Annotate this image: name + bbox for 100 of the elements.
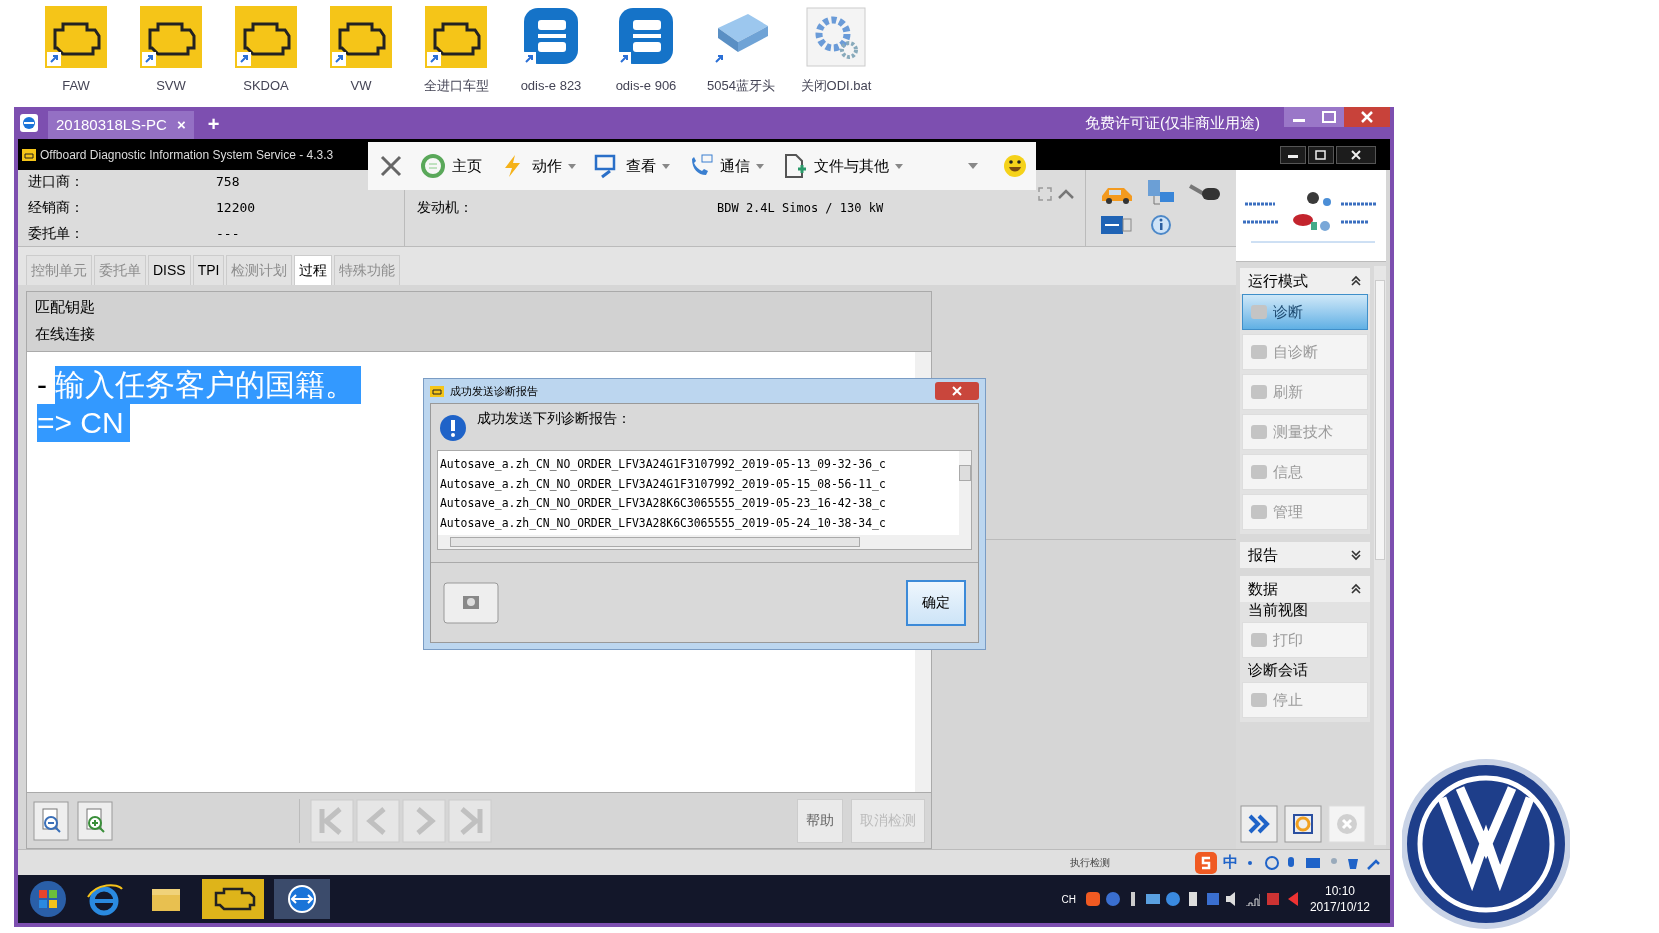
toolbar-button[interactable]: 动作 [496,148,580,184]
process-subtitle: 在线连接 [35,323,96,344]
tab[interactable]: DISS [148,255,191,285]
group-title: 诊断会话 [1247,662,1309,678]
collapse-icon [1350,582,1362,596]
file-item[interactable]: Autosave_a.zh_CN_NO_ORDER_LFV3A24G1F3107992_2019-05-13_09-32-36_c [440,455,959,475]
close-icon [1344,107,1390,127]
start-icon [28,879,68,919]
session-tab[interactable]: 20180318LS-PC × [48,111,194,139]
toolbar-button[interactable]: 通信 [684,148,768,184]
instruction-text: => CN [37,404,130,442]
mode-icon [1251,385,1267,399]
signal-icon [1245,892,1260,906]
scrollbar[interactable] [1374,266,1386,845]
section-header[interactable]: 报告 [1240,542,1370,568]
desktop-icon-label[interactable]: 5054蓝牙头 [707,76,775,96]
desktop-icon-label[interactable]: odis-e 823 [520,76,582,96]
desktop-icon-label[interactable]: SVW [156,76,186,96]
dialog-message: 成功发送下列诊断报告： [477,409,631,428]
clock-time: 10:10 [1324,883,1355,899]
usb-icon [1101,216,1133,234]
tab[interactable]: 过程 [294,255,333,285]
engine-icon[interactable] [425,6,487,68]
engine-icon[interactable] [330,6,392,68]
engine-icon[interactable] [140,6,202,68]
app-icon [430,385,444,397]
scrollbar[interactable] [438,535,971,549]
minimize-icon [1280,145,1306,164]
info-value: --- [216,224,240,243]
maximize-icon [1314,107,1344,127]
close-icon [935,382,979,400]
instruction-text: 输入任务客户的国籍。 [55,366,361,404]
monitor-icon [1145,892,1160,906]
info-icon [1150,214,1172,236]
desktop-icon-label[interactable]: VW [350,76,372,96]
expand-icon [1350,548,1362,562]
mode-icon [1251,425,1267,439]
mode-icon [1251,633,1267,647]
desktop-icon-label[interactable]: 关闭ODI.bat [800,76,872,96]
frame-icon [1284,805,1322,843]
restore-icon [1308,145,1334,164]
scrollbar[interactable] [959,451,971,535]
app-icon [22,148,36,161]
clock-date: 2017/10/12 [1309,899,1370,915]
document-icon [782,153,808,179]
remote-control-icon [274,879,330,919]
section-header[interactable]: 运行模式 [1240,268,1370,294]
file-item[interactable]: Autosave_a.zh_CN_NO_ORDER_LFV3A24G1F3107992_2019-05-15_08-56-11_c [440,474,959,494]
status-text: 执行检测 [1070,856,1110,870]
info-label: 经销商： [28,198,85,217]
engine-icon[interactable] [45,6,107,68]
minimize-icon [1284,107,1314,127]
zoom-out-icon [33,800,69,841]
remote-app-icon [20,114,38,132]
file-item[interactable]: Autosave_a.zh_CN_NO_ORDER_LFV3A28K6C3065555_2019-05-23_16-42-38_c [440,494,959,514]
close-icon [1336,145,1376,164]
language-indicator[interactable]: CH [1061,891,1076,907]
expand-icon [1037,186,1053,202]
camera-icon [443,581,499,624]
desktop-icon-label[interactable]: SKDOA [243,76,289,96]
dialog-title: 成功发送诊断报告 [450,383,538,399]
smiley-icon [1002,153,1028,179]
info-value: BDW 2.4L Simos / 130 kW [717,199,884,217]
mode-icon [1251,305,1267,319]
mode-icon [1251,505,1267,519]
info-value: 12200 [216,198,256,217]
cancel-icon [1328,805,1366,843]
toolbar-button[interactable]: 查看 [590,148,674,184]
desktop-icon-label[interactable]: odis-e 906 [615,76,677,96]
ime-logo-icon [1195,851,1217,874]
engine-icon [202,879,264,919]
toolbar-button[interactable]: 文件与其他 [778,148,907,184]
mode-icon [1251,465,1267,479]
bullet: - [37,367,47,403]
network-icon [1146,178,1176,208]
desktop-icon-label[interactable]: FAW [62,76,90,96]
desktop-icon-label[interactable]: 全进口车型 [423,76,489,96]
info-label: 进口商： [28,172,85,191]
gear-icon[interactable] [805,6,867,68]
tab[interactable]: TPI [192,255,225,285]
mode-icon [1251,345,1267,359]
home-icon [420,153,446,179]
footer-button[interactable]: 帮助 [797,798,843,843]
forward-icon [1240,805,1278,843]
engine-icon[interactable] [235,6,297,68]
mode-icon [1251,693,1267,707]
file-item[interactable]: Autosave_a.zh_CN_NO_ORDER_LFV3A28K6C3065555_2019-05-24_10-38-34_c [440,513,959,533]
mode-button[interactable]: 诊断 [1242,294,1368,330]
info-icon [439,414,467,442]
info-label: 发动机： [417,198,474,217]
ime-mode[interactable]: 中 [1223,851,1238,874]
info-value: 758 [216,172,240,191]
group-title: 当前视图 [1247,602,1309,618]
ok-button[interactable]: 确定 [906,579,966,626]
new-tab-button[interactable]: + [199,109,228,137]
zoom-in-icon [77,800,113,841]
license-label: 免费许可证(仅非商业用途) [1085,112,1260,133]
toolbar-button[interactable]: 主页 [416,148,486,184]
collapse-icon [1350,274,1362,288]
section-header[interactable]: 数据 [1240,576,1370,602]
